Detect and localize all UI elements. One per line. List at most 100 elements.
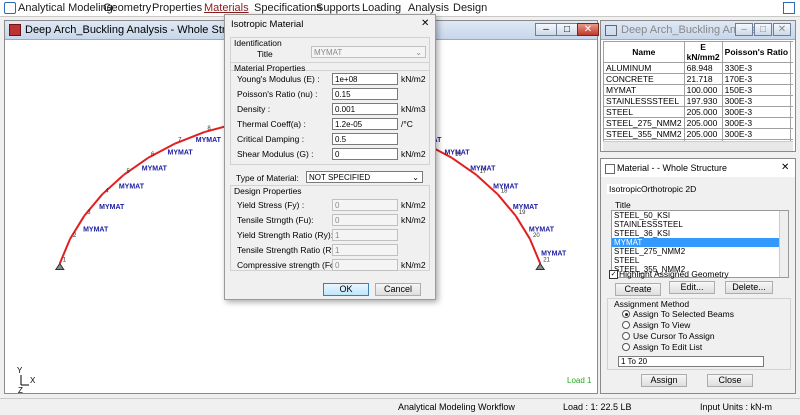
title-value: MYMAT (314, 48, 343, 57)
tab-analysis[interactable]: Analysis (408, 2, 449, 14)
tab-materials[interactable]: Materials (204, 2, 249, 14)
load-label: Load 1 (567, 376, 592, 385)
tab-geometry[interactable]: Geometry (103, 2, 151, 14)
material-table-titlebar: Deep Arch_Buckling Analysis - M... – □ ✕ (601, 21, 795, 40)
close-button[interactable]: Close (707, 374, 753, 387)
prop-input[interactable]: 0.15 (332, 88, 398, 100)
ok-button[interactable]: OK (323, 283, 369, 296)
window-icon (9, 24, 21, 36)
tab-isotropic[interactable]: Isotropic (607, 184, 644, 194)
minimize-button[interactable]: – (535, 23, 557, 36)
list-item[interactable]: STEEL (612, 256, 788, 265)
prop-value: 0.15 (335, 90, 351, 99)
delete-button[interactable]: Delete... (725, 281, 773, 294)
material-table: NameE kN/mm2Poisson's RatioD k ALUMINUM6… (603, 41, 793, 141)
prop-input[interactable]: 1.2e-05 (332, 118, 398, 130)
table-icon (605, 25, 617, 36)
create-button[interactable]: Create (615, 283, 661, 296)
table-cell: 170E-3 (721, 73, 792, 85)
table-close-button[interactable]: ✕ (773, 23, 791, 36)
node-number: 1 (63, 258, 67, 264)
table-header-cell[interactable]: Name (603, 41, 685, 63)
list-item[interactable]: MYMAT (612, 238, 788, 247)
table-cell: 197.930 (683, 95, 723, 107)
prop-input[interactable]: 0 (332, 148, 398, 160)
table-row[interactable]: STEEL_275_NMM2205.000300E-37851 (603, 117, 793, 129)
expand-ribbon-icon[interactable] (783, 2, 795, 14)
table-cell: 205.000 (683, 117, 723, 129)
radio-label: Use Cursor To Assign (633, 331, 715, 341)
table-header-cell[interactable]: D k (790, 41, 793, 63)
material-list[interactable]: STEEL_50_KSI STAINLESSSTEEL STEEL_36_KSI MY… (611, 210, 789, 278)
design-prop-input[interactable]: 1 (332, 244, 398, 256)
tab-properties[interactable]: Properties (152, 2, 202, 14)
units-status: Input Units : kN-m (700, 402, 773, 412)
list-item[interactable]: STEEL_36_KSI (612, 229, 788, 238)
design-prop-input[interactable]: 0 (332, 214, 398, 226)
tab-orthotropic-2d[interactable]: Orthotropic 2D (641, 184, 696, 194)
highlight-checkbox[interactable]: ✓ (609, 270, 618, 279)
table-cell: 150E-3 (721, 84, 792, 96)
prop-label: Critical Damping : (237, 134, 305, 144)
prop-input[interactable]: 1e+08 (332, 73, 398, 85)
close-window-button[interactable]: ✕ (577, 23, 599, 36)
table-row[interactable]: STEEL_355_NMM2205.000300E-37851 (603, 128, 793, 140)
support-icon (535, 262, 546, 271)
member-label: MYMAT (119, 184, 145, 191)
table-row[interactable]: ALUMINUM68.948330E-32712 (603, 62, 793, 74)
panel-close-icon[interactable]: ✕ (781, 159, 789, 177)
prop-unit: kN/m2 (401, 149, 426, 159)
table-minimize-button[interactable]: – (735, 23, 753, 36)
table-row[interactable]: MYMAT100.000150E-3102E (603, 84, 793, 96)
cancel-button[interactable]: Cancel (375, 283, 421, 296)
design-prop-input[interactable]: 0 (332, 259, 398, 271)
table-horizontal-scrollbar[interactable] (603, 141, 793, 151)
table-header-cell[interactable]: Poisson's Ratio (721, 41, 792, 63)
design-prop-unit: kN/m2 (401, 260, 426, 270)
radio-button[interactable] (622, 343, 630, 351)
design-prop-input[interactable]: 0 (332, 199, 398, 211)
title-input[interactable]: MYMAT ⌄ (311, 46, 426, 58)
arch-member[interactable] (514, 215, 531, 240)
table-row[interactable]: STEEL205.000300E-37833 (603, 106, 793, 118)
dialog-close-button[interactable]: ✕ (421, 18, 429, 29)
restore-button[interactable]: □ (556, 23, 578, 36)
tab-loading[interactable]: Loading (362, 2, 401, 14)
table-cell: 300E-3 (721, 128, 792, 140)
table-restore-button[interactable]: □ (754, 23, 772, 36)
assign-button[interactable]: Assign (641, 374, 687, 387)
table-row[interactable]: CONCRETE21.718170E-32402 (603, 73, 793, 85)
design-prop-label: Compressive strength (Fcu): (237, 260, 345, 270)
list-item[interactable]: STEEL_50_KSI (612, 211, 788, 220)
design-properties-group: Design Properties Yield Stress (Fy) : 0 … (230, 185, 430, 271)
list-scrollbar[interactable] (779, 211, 788, 277)
design-prop-label: Tensile Strngth (Fu): (237, 215, 314, 225)
radio-button[interactable] (622, 332, 630, 340)
isotropic-material-dialog: Isotropic Material ✕ Identification Titl… (224, 14, 436, 300)
table-cell: 205.000 (683, 128, 723, 140)
type-of-material-select[interactable]: NOT SPECIFIED ⌄ (306, 171, 423, 183)
prop-input[interactable]: 0.001 (332, 103, 398, 115)
edit-list-input[interactable]: 1 To 20 (618, 356, 764, 367)
table-cell: STAINLESSSTEEL (603, 95, 685, 107)
list-item[interactable]: STEEL_275_NMM2 (612, 247, 788, 256)
radio-button[interactable] (622, 321, 630, 329)
highlight-label: Highlight Assigned Geometry (619, 269, 729, 279)
radio-button[interactable] (622, 310, 630, 318)
tab-design[interactable]: Design (453, 2, 487, 14)
material-properties-label: Material Properties (234, 63, 306, 73)
table-row[interactable]: STAINLESSSTEEL197.930300E-37833 (603, 95, 793, 107)
tab-supports[interactable]: Supports (316, 2, 360, 14)
edit-button[interactable]: Edit... (669, 281, 715, 294)
table-header-cell[interactable]: E kN/mm2 (683, 41, 723, 63)
tab-specifications[interactable]: Specifications (254, 2, 322, 14)
design-prop-input[interactable]: 1 (332, 229, 398, 241)
member-label: MYMAT (99, 204, 125, 211)
list-item[interactable]: STAINLESSSTEEL (612, 220, 788, 229)
table-cell: 2402 (790, 73, 793, 85)
type-of-material-label: Type of Material: (236, 173, 299, 183)
prop-value: 1e+08 (335, 75, 358, 84)
prop-input[interactable]: 0.5 (332, 133, 398, 145)
arch-member[interactable] (529, 238, 542, 264)
design-prop-unit: kN/m2 (401, 200, 426, 210)
